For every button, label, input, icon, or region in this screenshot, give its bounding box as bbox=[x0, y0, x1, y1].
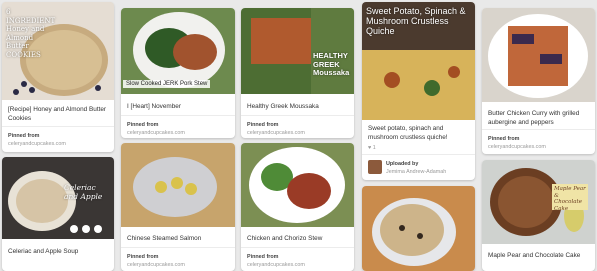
pin-card[interactable]: Maple Pear & Chocolate Cake Maple Pear a… bbox=[482, 160, 595, 271]
divider bbox=[362, 154, 475, 155]
pin-image-caption: Maple Pear & Chocolate Cake bbox=[554, 186, 586, 212]
pin-title[interactable]: Celeriac and Apple Soup bbox=[8, 248, 108, 257]
pin-source-link[interactable]: celeryandcupcakes.com bbox=[488, 144, 546, 150]
pin-image-caption: Celeriac and Apple bbox=[64, 183, 103, 201]
pin-title[interactable]: Chinese Steamed Salmon bbox=[127, 235, 229, 244]
pin-image[interactable]: HEALTHY GREEK Moussaka bbox=[241, 8, 354, 94]
pin-title[interactable]: Chicken and Chorizo Stew bbox=[247, 235, 348, 244]
avatar[interactable] bbox=[368, 160, 382, 174]
pin-card[interactable]: Celeriac and Apple Celeriac and Apple So… bbox=[2, 157, 114, 271]
divider bbox=[241, 115, 354, 116]
pin-card[interactable]: Sweet Potato, Spinach & Mushroom Crustle… bbox=[362, 2, 475, 180]
pin-source-link[interactable]: celeryandcupcakes.com bbox=[247, 130, 305, 136]
pin-title[interactable]: Sweet potato, spinach and mushroom crust… bbox=[368, 125, 469, 142]
pinned-from-label: Pinned from bbox=[127, 122, 159, 128]
pin-image[interactable]: Celeriac and Apple bbox=[2, 157, 114, 239]
pin-image-caption: HEALTHY GREEK Moussaka bbox=[313, 51, 350, 77]
pin-title[interactable]: Healthy Greek Moussaka bbox=[247, 103, 348, 112]
pinned-from-label: Pinned from bbox=[247, 122, 279, 128]
pin-card[interactable]: Slow Cooked JERK Pork Stew I [Heart] Nov… bbox=[121, 8, 235, 138]
divider bbox=[121, 115, 235, 116]
pin-image[interactable]: Maple Pear & Chocolate Cake bbox=[482, 160, 595, 244]
pin-card[interactable]: HEALTHY GREEK Moussaka Healthy Greek Mou… bbox=[241, 8, 354, 138]
uploader-name[interactable]: Jemima Andrew-Adamah bbox=[386, 169, 446, 175]
pin-image[interactable] bbox=[121, 143, 235, 227]
pin-card[interactable]: Butter Chicken Curry with grilled auberg… bbox=[482, 8, 595, 154]
pin-card[interactable]: 6 INGREDIENT Honey and Almond Butter COO… bbox=[2, 2, 114, 152]
pin-image-caption: 6 INGREDIENT Honey and Almond Butter COO… bbox=[6, 8, 56, 59]
pin-image[interactable]: 6 INGREDIENT Honey and Almond Butter COO… bbox=[2, 2, 114, 100]
like-count[interactable]: ♥ 1 bbox=[368, 145, 376, 151]
pin-image[interactable] bbox=[482, 8, 595, 102]
pin-image[interactable]: Slow Cooked JERK Pork Stew bbox=[121, 8, 235, 94]
pinned-from-label: Pinned from bbox=[247, 254, 279, 260]
salmon-photo bbox=[121, 143, 235, 227]
pinned-from-label: Pinned from bbox=[488, 136, 520, 142]
pin-card[interactable] bbox=[362, 186, 475, 271]
uploaded-by-label: Uploaded by bbox=[386, 161, 419, 167]
pin-image-caption: Sweet Potato, Spinach & Mushroom Crustle… bbox=[366, 6, 466, 36]
pin-source-link[interactable]: celeryandcupcakes.com bbox=[8, 141, 66, 147]
pin-source-link[interactable]: celeryandcupcakes.com bbox=[247, 262, 305, 268]
pin-image[interactable]: Sweet Potato, Spinach & Mushroom Crustle… bbox=[362, 2, 475, 120]
pin-source-link[interactable]: celeryandcupcakes.com bbox=[127, 130, 185, 136]
cookies-photo bbox=[362, 186, 475, 271]
divider bbox=[241, 247, 354, 248]
pin-image[interactable] bbox=[241, 143, 354, 227]
pin-image-caption: Slow Cooked JERK Pork Stew bbox=[123, 80, 211, 88]
pin-image[interactable] bbox=[362, 186, 475, 271]
divider bbox=[482, 129, 595, 130]
pin-card[interactable]: Chicken and Chorizo Stew Pinned from cel… bbox=[241, 143, 354, 271]
chorizo-stew-photo bbox=[241, 143, 354, 227]
pinned-from-label: Pinned from bbox=[127, 254, 159, 260]
divider bbox=[121, 247, 235, 248]
pinned-from-label: Pinned from bbox=[8, 133, 40, 139]
divider bbox=[2, 126, 114, 127]
pin-source-link[interactable]: celeryandcupcakes.com bbox=[127, 262, 185, 268]
pin-title[interactable]: Maple Pear and Chocolate Cake bbox=[488, 252, 589, 261]
pin-title[interactable]: [Recipe] Honey and Almond Butter Cookies bbox=[8, 106, 108, 123]
pin-title[interactable]: Butter Chicken Curry with grilled auberg… bbox=[488, 110, 589, 127]
pin-title[interactable]: I [Heart] November bbox=[127, 103, 229, 112]
pin-card[interactable]: Chinese Steamed Salmon Pinned from celer… bbox=[121, 143, 235, 271]
curry-photo bbox=[482, 8, 595, 102]
